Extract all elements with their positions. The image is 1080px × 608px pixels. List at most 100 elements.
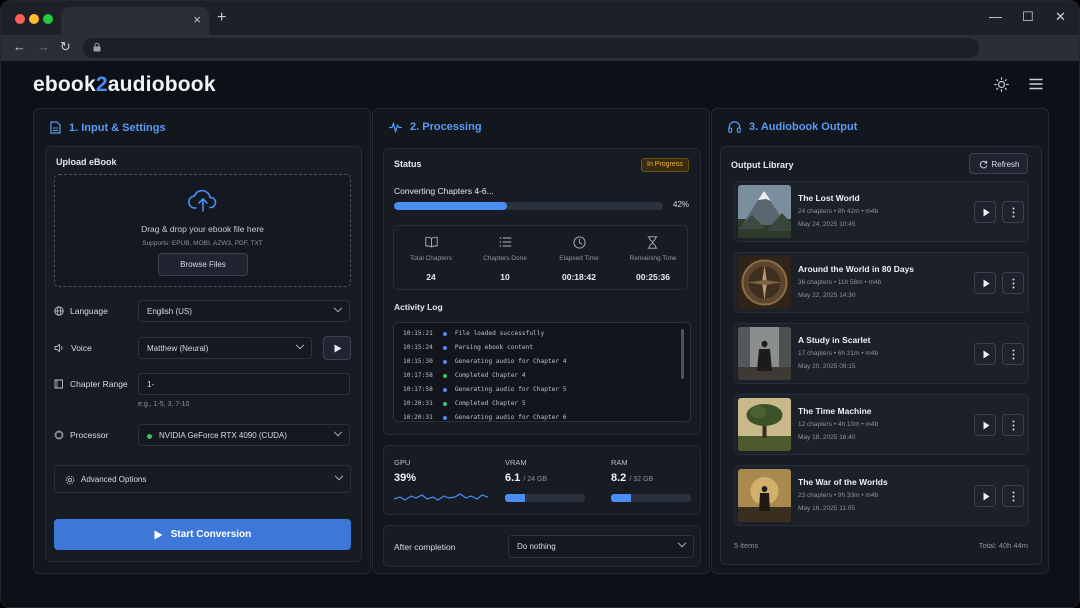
supported-formats: Supports: EPUB, MOBI, AZW3, PDF, TXT: [142, 240, 263, 247]
play-button[interactable]: [974, 272, 996, 294]
close-button[interactable]: ✕: [1055, 10, 1066, 24]
start-conversion-button[interactable]: Start Conversion: [54, 519, 351, 550]
more-options-button[interactable]: [1002, 201, 1024, 223]
item-count: 5 items: [734, 541, 759, 550]
chevron-down-icon: [333, 303, 343, 313]
library-item[interactable]: The Time Machine 12 chapters • 4h 10m • …: [734, 394, 1029, 455]
log-message: Completed Chapter 4: [454, 372, 526, 379]
advanced-options-toggle[interactable]: Advanced Options: [54, 465, 351, 493]
new-tab-button[interactable]: +: [217, 10, 226, 26]
more-options-button[interactable]: [1002, 414, 1024, 436]
output-title: 3. Audiobook Output: [749, 121, 858, 133]
browse-files-button[interactable]: Browse Files: [158, 253, 248, 276]
menu-icon[interactable]: [1029, 78, 1043, 90]
minimize-window-dot[interactable]: [29, 14, 39, 24]
log-time: 10:20:31: [403, 414, 433, 421]
library-item[interactable]: The War of the Worlds 23 chapters • 9h 3…: [734, 465, 1029, 526]
book-date: May 24, 2025 10:45: [798, 221, 856, 228]
library-item[interactable]: A Study in Scarlet 17 chapters • 6h 21m …: [734, 323, 1029, 384]
chevron-down-icon: [295, 340, 305, 350]
play-icon: [983, 208, 990, 217]
activity-log-title: Activity Log: [394, 302, 443, 312]
log-dot: [442, 331, 447, 336]
zoom-window-dot[interactable]: [43, 14, 53, 24]
drop-zone-text: Drag & drop your ebook file here: [141, 224, 264, 234]
reload-icon[interactable]: ↻: [60, 40, 71, 54]
maximize-button[interactable]: ☐: [1022, 10, 1034, 24]
book-title: The War of the Worlds: [798, 477, 888, 487]
log-row: 10:15:24 Parsing ebook content: [403, 344, 533, 351]
stat-remaining-time: Remaining Time 00:25:36: [616, 226, 690, 291]
start-conversion-label: Start Conversion: [170, 529, 252, 540]
gpu-label: GPU: [394, 458, 411, 467]
book-meta: 24 chapters • 8h 42m • m4b: [798, 208, 879, 215]
log-row: 10:20:31 Completed Chapter 5: [403, 400, 526, 407]
more-options-button[interactable]: [1002, 272, 1024, 294]
chapter-range-input[interactable]: 1-: [138, 373, 350, 395]
processing-title: 2. Processing: [410, 121, 482, 133]
sun-icon[interactable]: [994, 77, 1009, 92]
address-bar: ← → ↻: [1, 35, 1079, 61]
refresh-button[interactable]: Refresh: [969, 153, 1028, 174]
stat-total-chapters: Total Chapters 24: [394, 226, 468, 291]
book-cover-figure-sunset: [738, 469, 791, 522]
book-cover-compass: [738, 256, 791, 309]
stat-value: 10: [500, 272, 510, 282]
app-logo[interactable]: ebook2audiobook: [33, 73, 216, 97]
browser-tab[interactable]: ×: [61, 7, 209, 35]
input-settings-panel: 1. Input & Settings Upload eBook Drag & …: [33, 108, 371, 574]
book-meta: 12 chapters • 4h 10m • m4b: [798, 421, 879, 428]
vram-fill: [505, 494, 526, 502]
total-duration: Total: 40h 44m: [978, 541, 1028, 550]
voice-select[interactable]: Matthew (Neural): [138, 337, 312, 359]
more-options-button[interactable]: [1002, 485, 1024, 507]
url-field[interactable]: [83, 38, 979, 58]
play-icon: [983, 279, 990, 288]
play-button[interactable]: [974, 485, 996, 507]
after-completion-select[interactable]: Do nothing: [508, 535, 694, 558]
log-message: File loaded successfully: [454, 330, 545, 337]
chapter-range-label-text: Chapter Range: [70, 379, 128, 389]
cloud-upload-icon: [188, 189, 217, 212]
minimize-button[interactable]: —: [989, 10, 1002, 24]
more-options-button[interactable]: [1002, 343, 1024, 365]
advanced-options-label: Advanced Options: [81, 475, 147, 484]
log-row: 10:20:31 Generating audio for Chapter 6: [403, 414, 567, 421]
input-settings-title: 1. Input & Settings: [69, 121, 166, 134]
drop-zone[interactable]: Drag & drop your ebook file here Support…: [54, 174, 351, 287]
log-time: 10:15:21: [403, 330, 433, 337]
output-heading: 3. Audiobook Output: [728, 121, 857, 133]
play-button[interactable]: [974, 201, 996, 223]
ram-fill: [611, 494, 632, 502]
chapter-range-label: Chapter Range: [54, 379, 128, 389]
forward-icon[interactable]: →: [37, 40, 50, 54]
voice-label: Voice: [54, 343, 92, 353]
back-icon[interactable]: ←: [13, 40, 26, 54]
language-select[interactable]: English (US): [138, 300, 350, 322]
log-row: 10:17:58 Generating audio for Chapter 5: [403, 386, 567, 393]
log-scrollbar[interactable]: [681, 329, 684, 379]
clock-icon: [573, 236, 586, 249]
voice-preview-button[interactable]: [323, 336, 351, 360]
activity-log[interactable]: 10:15:21 File loaded successfully 10:15:2…: [393, 322, 691, 422]
library-item[interactable]: The Lost World 24 chapters • 8h 42m • m4…: [734, 181, 1029, 242]
close-window-dot[interactable]: [15, 14, 25, 24]
ram-total: / 32 GB: [629, 476, 654, 483]
logo-text-number: 2: [95, 73, 108, 96]
voice-label-text: Voice: [71, 343, 92, 353]
play-button[interactable]: [974, 414, 996, 436]
processor-select[interactable]: NVIDIA GeForce RTX 4090 (CUDA): [138, 424, 350, 446]
log-dot: [442, 401, 447, 406]
stat-label: Total Chapters: [410, 255, 452, 262]
gpu-value: 39%: [394, 472, 417, 484]
browser-window: × + — ☐ ✕ ← → ↻ ebook2audiobook 1. Input…: [0, 0, 1080, 608]
library-item[interactable]: Around the World in 80 Days 36 chapters …: [734, 252, 1029, 313]
ram-value: 8.2: [611, 472, 627, 484]
log-row: 10:15:21 File loaded successfully: [403, 330, 544, 337]
play-button[interactable]: [974, 343, 996, 365]
book-cover-figure-street: [738, 327, 791, 380]
log-time: 10:17:58: [403, 372, 433, 379]
tab-close-icon[interactable]: ×: [193, 13, 201, 27]
ram-bar: [611, 494, 691, 502]
stat-value: 24: [426, 272, 436, 282]
